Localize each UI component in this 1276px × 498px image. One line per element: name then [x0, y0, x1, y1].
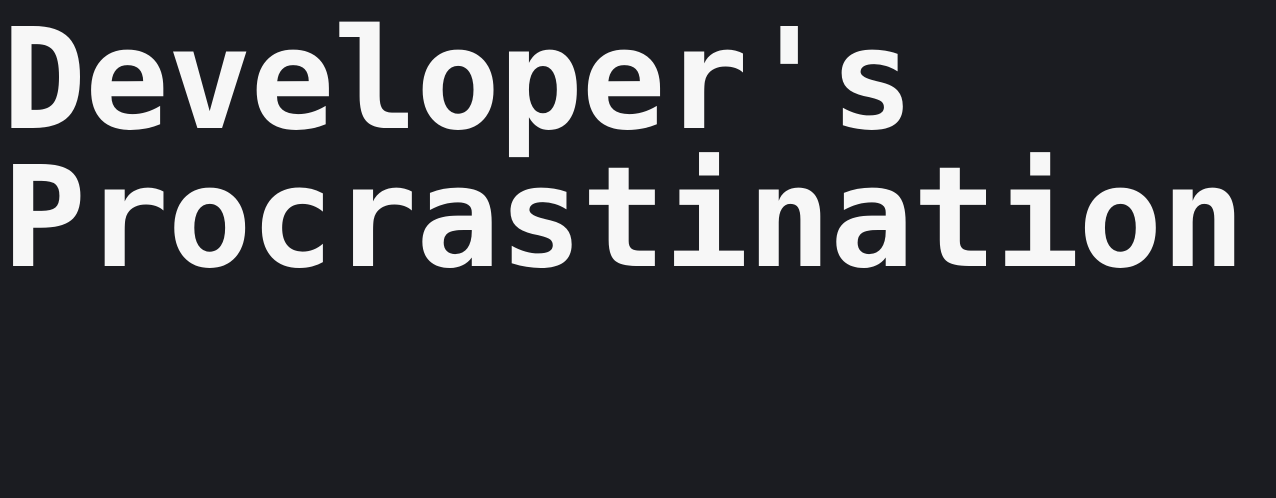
- title-line-2: Procrastination: [2, 137, 1245, 300]
- title-line-1: Developer's: [2, 0, 914, 162]
- page-title: Developer's Procrastination: [2, 0, 1245, 300]
- hero-section: Developer's Procrastination: [0, 0, 1276, 498]
